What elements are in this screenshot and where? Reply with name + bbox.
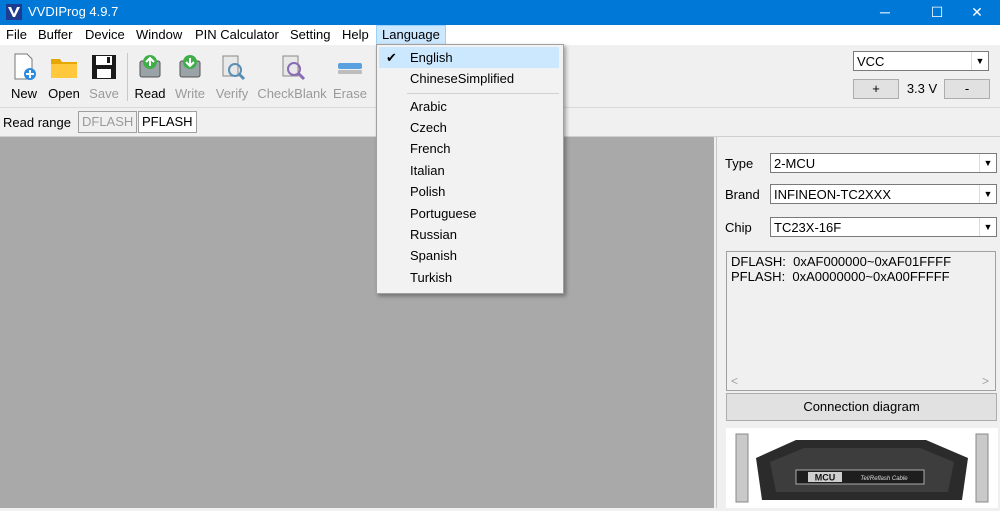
chip-read-icon: [139, 55, 161, 78]
tab-dflash[interactable]: DFLASH: [78, 111, 138, 133]
checkblank-button[interactable]: CheckBlank: [257, 49, 327, 105]
tab-pflash[interactable]: PFLASH: [138, 111, 197, 133]
eraser-icon: [338, 63, 362, 74]
language-option-arabic[interactable]: Arabic: [379, 96, 559, 117]
chevron-down-icon: ▼: [979, 185, 996, 203]
language-option-label: Czech: [410, 120, 447, 135]
read-range-label: Read range: [3, 115, 71, 130]
erase-button[interactable]: Erase: [329, 49, 371, 105]
language-option-label: French: [410, 141, 451, 156]
dflash-range: DFLASH: 0xAF000000~0xAF01FFFF: [731, 254, 952, 269]
erase-label: Erase: [333, 86, 367, 101]
chevron-down-icon: ▼: [979, 218, 996, 236]
vcc-select[interactable]: VCC ▼: [853, 51, 989, 71]
new-file-icon: [14, 53, 36, 80]
horizontal-scrollbar[interactable]: < >: [727, 374, 995, 390]
checkmark-icon: ✔: [386, 50, 397, 65]
diagram-brand-text: Tel/Reflash Cable: [860, 476, 908, 482]
language-option-label: Turkish: [410, 270, 453, 285]
workspace: [0, 137, 714, 508]
language-option-chinesesimplified[interactable]: ChineseSimplified: [379, 68, 559, 89]
title-bar: VVDIProg 4.9.7 ─ ☐ ✕: [0, 0, 1000, 25]
verify-button[interactable]: Verify: [211, 49, 253, 105]
menu-device[interactable]: Device: [80, 25, 130, 45]
language-option-czech[interactable]: Czech: [379, 117, 559, 138]
chip-write-icon: [179, 55, 201, 78]
language-option-french[interactable]: French: [379, 138, 559, 159]
brand-select[interactable]: INFINEON-TC2XXX ▼: [770, 184, 997, 204]
app-logo-icon: [6, 4, 22, 20]
language-option-russian[interactable]: Russian: [379, 224, 559, 245]
scroll-right-icon[interactable]: >: [982, 374, 989, 388]
language-option-turkish[interactable]: Turkish: [379, 267, 559, 288]
language-option-spanish[interactable]: Spanish: [379, 245, 559, 266]
brand-label: Brand: [725, 187, 760, 202]
language-option-polish[interactable]: Polish: [379, 181, 559, 202]
chip-select[interactable]: TC23X-16F ▼: [770, 217, 997, 237]
vcc-select-value: VCC: [857, 54, 885, 69]
language-option-italian[interactable]: Italian: [379, 160, 559, 181]
diagram-mcu-text: MCU: [815, 473, 836, 483]
chevron-down-icon: ▼: [971, 52, 988, 70]
menu-file[interactable]: File: [1, 25, 32, 45]
menu-pin-calculator[interactable]: PIN Calculator: [190, 25, 284, 45]
language-option-label: Arabic: [410, 99, 447, 114]
voltage-increase-button[interactable]: +: [853, 79, 899, 99]
save-button[interactable]: Save: [83, 49, 125, 105]
verify-label: Verify: [215, 86, 249, 101]
language-option-label: Spanish: [410, 248, 457, 263]
chip-select-value: TC23X-16F: [774, 220, 842, 235]
check-blank-icon: [282, 55, 306, 81]
language-option-label: English: [410, 50, 453, 65]
type-label: Type: [725, 156, 754, 171]
checkblank-label: CheckBlank: [257, 86, 327, 101]
voltage-value: 3.3 V: [906, 81, 938, 96]
language-option-portuguese[interactable]: Portuguese: [379, 203, 559, 224]
mcu-cable-illustration: MCU Tel/Reflash Cable: [735, 433, 989, 503]
voltage-decrease-button[interactable]: -: [944, 79, 990, 99]
menu-separator: [407, 93, 559, 94]
floppy-disk-icon: [92, 55, 116, 79]
connection-diagram-button[interactable]: Connection diagram: [726, 393, 997, 421]
close-button[interactable]: ✕: [954, 0, 1000, 25]
window-title: VVDIProg 4.9.7: [28, 4, 119, 19]
language-option-label: Portuguese: [410, 206, 477, 221]
type-select[interactable]: 2-MCU ▼: [770, 153, 997, 173]
menu-setting[interactable]: Setting: [285, 25, 335, 45]
minimize-button[interactable]: ─: [862, 0, 908, 25]
scroll-left-icon[interactable]: <: [731, 374, 738, 388]
language-dropdown: ✔ English ChineseSimplified Arabic Czech…: [376, 44, 564, 294]
language-option-english[interactable]: ✔ English: [379, 47, 559, 68]
language-option-label: Italian: [410, 163, 445, 178]
folder-icon: [51, 59, 77, 78]
memory-info-box[interactable]: DFLASH: 0xAF000000~0xAF01FFFF PFLASH: 0x…: [726, 251, 996, 391]
language-option-label: Polish: [410, 184, 446, 199]
verify-icon: [222, 55, 246, 81]
language-option-label: ChineseSimplified: [410, 71, 515, 86]
language-option-label: Russian: [410, 227, 457, 242]
pflash-range: PFLASH: 0xA0000000~0xA00FFFFF: [731, 269, 950, 284]
menu-language[interactable]: Language: [376, 25, 446, 45]
brand-select-value: INFINEON-TC2XXX: [774, 187, 892, 202]
menu-buffer[interactable]: Buffer: [33, 25, 77, 45]
type-select-value: 2-MCU: [774, 156, 816, 171]
menu-window[interactable]: Window: [131, 25, 187, 45]
menu-bar: File Buffer Device Window PIN Calculator…: [0, 25, 1000, 45]
chevron-down-icon: ▼: [979, 154, 996, 172]
chip-label: Chip: [725, 220, 752, 235]
menu-help[interactable]: Help: [337, 25, 374, 45]
connection-diagram-image: MCU Tel/Reflash Cable: [726, 428, 998, 508]
